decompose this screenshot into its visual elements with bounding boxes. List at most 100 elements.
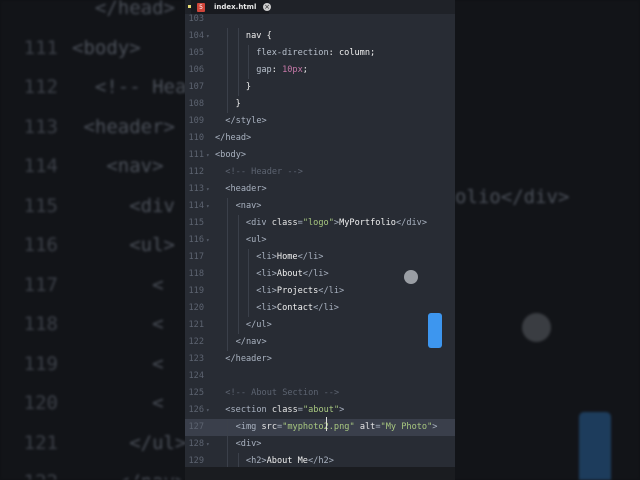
fold-arrow-icon[interactable]: ▾ [206,147,210,164]
code-text: <li>Home</li> [256,249,323,266]
bg-line-text: </ul> [72,431,187,454]
indent-guide [227,317,229,334]
fold-arrow-icon[interactable]: ▾ [206,198,210,215]
line-number: 114 [188,201,204,211]
code-line[interactable]: 127 <img src="myphoto2.png" alt="My Photo… [185,419,455,436]
indent-guide [247,283,249,300]
code-line[interactable]: 119 <li>Projects</li> [185,283,455,300]
bg-code-line: 112 <!-- Hea [0,76,187,98]
code-line[interactable]: 110 </head> [185,130,455,147]
bottom-bar [185,467,455,480]
code-line[interactable]: 114 ▾ <nav> [185,198,455,215]
code-line[interactable]: 109 </style> [185,113,455,130]
line-number: 111 [188,150,204,160]
fold-arrow-icon[interactable]: ▾ [206,28,210,45]
code-text: <img src="myphoto2.png" alt="My Photo"> [236,419,438,436]
token-tag: <li> [256,269,277,279]
code-line[interactable]: 123 </header> [185,351,455,368]
bg-line-number: 112 [23,76,58,98]
bg-code-line: 122 </nav> [0,471,187,480]
token-attr: class [271,218,298,228]
line-number: 123 [188,354,204,364]
token-txt: : [271,65,283,75]
code-editor[interactable]: 5 index.html × 103 104 ▾ nav {105 flex-direc… [185,0,455,480]
code-line[interactable]: 122 </nav> [185,334,455,351]
line-number: 125 [188,388,204,398]
token-txt: } [235,99,241,109]
code-line[interactable]: 128 ▾ <div> [185,436,455,453]
code-line[interactable]: 112 <!-- Header --> [185,164,455,181]
code-line[interactable]: 116 ▾ <ul> [185,232,455,249]
token-num: 10px [282,65,303,75]
code-line[interactable]: 108} [185,96,455,113]
line-number: 119 [188,286,204,296]
code-line[interactable]: 106 gap: 10px; [185,62,455,79]
code-line[interactable]: 125 <!-- About Section --> [185,385,455,402]
indent-guide [237,317,239,334]
code-line[interactable]: 105 flex-direction: column; [185,45,455,62]
code-line[interactable]: 124 [185,368,455,385]
token-tag: <section [225,405,272,415]
token-tag: > [339,405,345,415]
fold-arrow-icon[interactable]: ▾ [206,181,210,198]
code-line[interactable]: 115 <div class="logo">MyPortfolio</div> [185,215,455,232]
code-line[interactable]: 113 ▾ <header> [185,181,455,198]
bg-line-number: 111 [23,36,58,59]
token-tag: </li> [302,269,329,279]
code-text: </header> [225,351,272,368]
code-line[interactable]: 126 ▾ <section class="about"> [185,402,455,419]
indent-guide [247,249,249,266]
bg-line-text: <header> [72,115,175,138]
fold-arrow-icon[interactable]: ▾ [206,436,210,453]
bg-code-line: 118 < [0,313,164,335]
line-number: 122 [188,337,204,347]
token-tag: <h2> [245,456,267,466]
bg-line-text: </nav> [72,471,187,480]
fold-arrow-icon[interactable]: ▾ [206,402,210,419]
bg-line-text: <body> [72,36,141,59]
token-tag: <nav> [235,201,262,211]
code-line[interactable]: 107} [185,79,455,96]
code-text: <header> [225,181,266,198]
text-cursor [326,417,327,431]
bg-line-number: 117 [23,273,58,296]
indent-guide [227,45,229,62]
code-line[interactable]: 111 ▾ <body> [185,147,455,164]
code-text: </style> [225,113,266,130]
code-line[interactable]: 121 </ul> [185,317,455,334]
token-txt: About [276,269,303,279]
indent-guide [237,62,239,79]
indent-guide [227,79,229,96]
token-attr: class [271,405,298,415]
indent-guide [237,249,239,266]
indent-guide [237,232,239,249]
indent-guide [237,300,239,317]
code-line[interactable]: 117 <li>Home</li> [185,249,455,266]
indent-guide [237,28,239,45]
code-text: <!-- About Section --> [225,385,339,402]
token-txt: About Me [266,456,308,466]
line-number: 104 [188,31,204,41]
code-line[interactable]: 104 ▾ nav { [185,28,455,45]
line-number: 118 [188,269,204,279]
token-str: "My Photo" [380,422,433,432]
code-line[interactable]: 103 [185,11,455,28]
token-tag: <div [245,218,272,228]
code-text: <nav> [236,198,262,215]
bg-scrollbar [579,412,611,480]
indent-guide [227,96,229,113]
scrollbar-thumb[interactable] [428,313,442,348]
token-tag: </head> [215,133,252,143]
tab-label: index.html [214,3,257,11]
indent-guide [227,28,229,45]
line-number: 112 [188,167,204,177]
line-number: 107 [188,82,204,92]
indent-guide [227,283,229,300]
fold-arrow-icon[interactable]: ▾ [206,232,210,249]
bg-code-line: 120 < [0,392,164,414]
close-icon[interactable]: × [263,3,271,11]
token-prop: flex-direction [256,48,329,58]
token-tag: <img [235,422,262,432]
bg-code-fragment: olio</div> [455,186,570,208]
code-line[interactable]: 120 <li>Contact</li> [185,300,455,317]
